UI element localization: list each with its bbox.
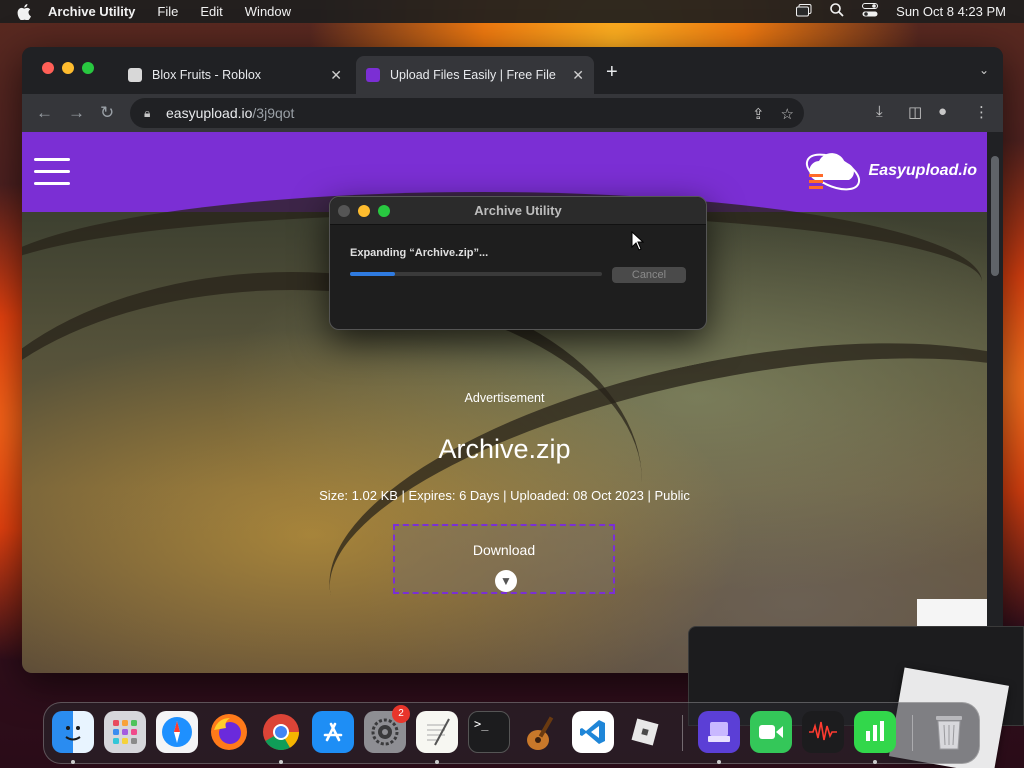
app-store-icon[interactable]: [312, 711, 354, 753]
settings-notification-badge: 2: [392, 705, 410, 723]
firefox-icon[interactable]: [208, 711, 250, 753]
cancel-button[interactable]: Cancel: [612, 267, 686, 283]
tab-easyupload[interactable]: Upload Files Easily | Free File ✕: [356, 56, 594, 94]
window-controls: [42, 62, 94, 74]
file-name-heading: Archive.zip: [438, 434, 571, 464]
mouse-cursor-icon: [631, 230, 645, 256]
chrome-icon[interactable]: [260, 711, 302, 753]
tab-title: Blox Fruits - Roblox: [152, 68, 262, 82]
site-logo-text: Easyupload.io: [868, 162, 977, 179]
menu-bar: Archive Utility File Edit Window Sun Oct…: [0, 0, 1024, 23]
tab-blox-fruits[interactable]: Blox Fruits - Roblox ✕: [118, 56, 352, 94]
archive-utility-icon[interactable]: [698, 711, 740, 753]
menu-file[interactable]: File: [157, 4, 178, 19]
trash-icon[interactable]: [928, 711, 970, 753]
dock: 2 >_: [43, 702, 980, 764]
menu-app-name[interactable]: Archive Utility: [48, 4, 135, 19]
download-button[interactable]: Download ▼: [393, 524, 615, 594]
downloads-icon[interactable]: ⤓: [876, 103, 883, 120]
page-scrollbar[interactable]: [987, 132, 1003, 673]
dialog-title: Archive Utility: [474, 203, 562, 218]
more-menu-icon[interactable]: ⋮: [974, 103, 989, 121]
screen-mirroring-icon[interactable]: [796, 3, 812, 20]
advertisement-label: Advertisement: [464, 391, 545, 405]
menu-clock[interactable]: Sun Oct 8 4:23 PM: [896, 4, 1006, 19]
archive-utility-dialog: Archive Utility Expanding “Archive.zip”.…: [329, 196, 707, 330]
url-host: easyupload.io: [166, 105, 253, 121]
easyupload-favicon-icon: [366, 68, 380, 82]
dialog-titlebar: Archive Utility: [330, 197, 706, 225]
lock-icon: 🔒︎: [144, 105, 151, 120]
progress-fill: [350, 272, 396, 276]
tab-title: Upload Files Easily | Free File: [390, 68, 556, 82]
profile-avatar-icon[interactable]: ●: [938, 103, 947, 120]
download-label: Download: [472, 542, 536, 558]
textedit-icon[interactable]: [416, 711, 458, 753]
garageband-icon[interactable]: [520, 711, 562, 753]
voice-memos-icon[interactable]: [802, 711, 844, 753]
file-meta-info: Size: 1.02 KB | Expires: 6 Days | Upload…: [319, 488, 690, 503]
system-settings-icon[interactable]: 2: [364, 705, 410, 753]
spotlight-search-icon[interactable]: [830, 3, 844, 20]
new-tab-button[interactable]: +: [606, 61, 618, 84]
share-icon[interactable]: ⇪: [752, 105, 765, 123]
back-arrow-icon[interactable]: ←: [36, 103, 53, 123]
menu-edit[interactable]: Edit: [200, 4, 222, 19]
scrollbar-thumb[interactable]: [991, 156, 999, 276]
finder-icon[interactable]: [52, 711, 94, 753]
hamburger-menu-icon[interactable]: [34, 158, 70, 194]
chevron-down-icon: ▼: [495, 570, 517, 592]
safari-icon[interactable]: [156, 711, 198, 753]
numbers-icon[interactable]: [854, 711, 896, 753]
launchpad-icon[interactable]: [104, 711, 146, 753]
browser-toolbar: ← → ↻ 🔒︎ easyupload.io/3j9qot ⇪ ☆ ⤓ ◫ ● …: [22, 94, 1003, 132]
minimize-window-button[interactable]: [62, 62, 74, 74]
facetime-icon[interactable]: [750, 711, 792, 753]
address-bar[interactable]: 🔒︎ easyupload.io/3j9qot ⇪ ☆: [130, 98, 804, 128]
terminal-icon[interactable]: >_: [468, 711, 510, 753]
apple-menu-icon[interactable]: [0, 3, 48, 20]
tab-strip: Blox Fruits - Roblox ✕ Upload Files Easi…: [22, 47, 1003, 94]
url-path: /3j9qot: [252, 105, 295, 121]
cloud-logo-icon: [805, 153, 860, 191]
bookmark-star-icon[interactable]: ☆: [781, 105, 794, 123]
reload-icon[interactable]: ↻: [100, 103, 114, 123]
chrome-window: Blox Fruits - Roblox ✕ Upload Files Easi…: [22, 47, 1003, 673]
zoom-window-button[interactable]: [82, 62, 94, 74]
close-tab-icon[interactable]: ✕: [564, 67, 584, 84]
forward-arrow-icon[interactable]: →: [68, 103, 85, 123]
tab-search-chevron-icon[interactable]: ⌄: [979, 63, 989, 77]
roblox-icon[interactable]: [624, 711, 666, 753]
expanding-status-text: Expanding “Archive.zip”...: [350, 247, 489, 259]
menu-window[interactable]: Window: [245, 4, 291, 19]
close-tab-icon[interactable]: ✕: [322, 67, 342, 84]
side-panel-icon[interactable]: ◫: [908, 103, 922, 121]
expand-progress-bar: [350, 272, 602, 276]
vscode-icon[interactable]: [572, 711, 614, 753]
close-window-button[interactable]: [42, 62, 54, 74]
roblox-favicon-icon: [128, 68, 142, 82]
site-logo[interactable]: Easyupload.io: [801, 144, 977, 198]
control-center-icon[interactable]: [862, 3, 879, 20]
